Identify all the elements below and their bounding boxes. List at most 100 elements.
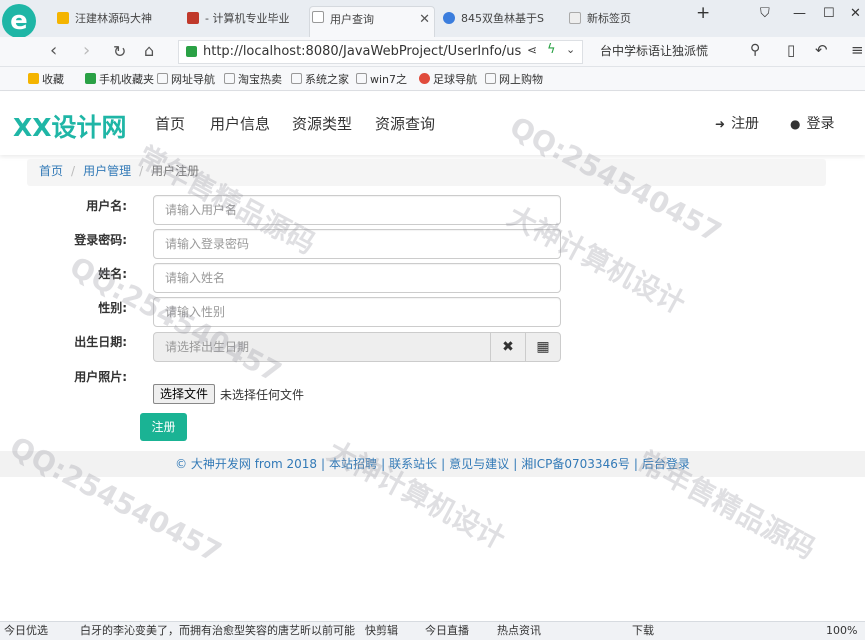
site-footer: © 大神开发网 from 2018 | 本站招聘 | 联系站长 | 意见与建议 | 湘ICP备0…	[0, 451, 865, 477]
footer-link-jobs[interactable]: 本站招聘	[329, 457, 377, 471]
footer-separator: |	[321, 457, 326, 471]
forward-icon[interactable]: ›	[83, 40, 90, 61]
bookmark-system[interactable]: 系统之家	[291, 71, 349, 87]
nav-user-info[interactable]: 用户信息	[210, 113, 270, 134]
bookmark-win7[interactable]: win7之	[356, 71, 407, 87]
star-icon	[57, 12, 69, 24]
birthday-picker: 请选择出生日期 ✖ ▦	[153, 332, 561, 362]
footer-link-admin[interactable]: 后台登录	[642, 457, 690, 471]
browser-tab-active[interactable]: 用户查询 ✕	[309, 6, 435, 37]
name-label: 姓名:	[98, 267, 127, 281]
nav-home[interactable]: 首页	[155, 113, 185, 134]
chevron-down-icon[interactable]: ⌄	[566, 43, 575, 56]
status-today-picks[interactable]: 今日优选	[4, 622, 48, 640]
footer-link-feedback[interactable]: 意见与建议	[449, 457, 509, 471]
username-label: 用户名:	[86, 199, 127, 213]
user-icon: ●	[790, 117, 801, 131]
bookmark-football[interactable]: 足球导航	[419, 71, 477, 87]
status-live[interactable]: 今日直播	[425, 622, 469, 640]
gender-label: 性别:	[98, 301, 127, 315]
footer-copyright: © 大神开发网 from 2018	[175, 457, 317, 471]
browser-tab-5[interactable]: 新标签页	[567, 8, 677, 32]
birthday-input[interactable]: 请选择出生日期	[153, 332, 491, 362]
menu-icon[interactable]: ≡	[851, 41, 864, 59]
shirt-icon[interactable]: ⛉	[760, 6, 770, 21]
password-input[interactable]: 请输入登录密码	[153, 229, 561, 259]
breadcrumb-user-management[interactable]: 用户管理	[83, 164, 131, 178]
calendar-icon[interactable]: ▦	[525, 332, 561, 362]
new-tab-icon[interactable]: +	[696, 3, 710, 23]
refresh-icon[interactable]: ↻	[113, 42, 126, 61]
folder-icon	[157, 73, 168, 84]
footer-link-contact[interactable]: 联系站长	[389, 457, 437, 471]
bookmark-nav[interactable]: 网址导航	[157, 71, 215, 87]
page-icon	[312, 11, 324, 23]
browser-tab-bar: e 汪建林源码大神 - 计算机专业毕业 用户查询 ✕ 845双鱼林基于S 新标签…	[0, 0, 865, 38]
status-download[interactable]: 下载	[632, 622, 654, 640]
birthday-label: 出生日期:	[74, 335, 127, 349]
close-tab-icon[interactable]: ✕	[419, 7, 430, 33]
secure-icon	[186, 46, 197, 57]
status-news-ticker[interactable]: 白牙的李沁变美了，而拥有治愈型笑容的唐艺昕以前可能	[80, 622, 355, 640]
page-icon	[356, 73, 367, 84]
browser-tab-4[interactable]: 845双鱼林基于S	[441, 8, 561, 32]
star-icon	[28, 73, 39, 84]
page-icon	[485, 73, 496, 84]
browser-tab-2[interactable]: - 计算机专业毕业	[185, 8, 300, 32]
watermark: 大神计算机设计	[322, 434, 511, 556]
nav-resource-query[interactable]: 资源查询	[375, 113, 435, 134]
close-window-icon[interactable]: ✕	[850, 6, 861, 21]
sign-in-icon: ➜	[715, 117, 726, 131]
browser-tab-1[interactable]: 汪建林源码大神	[55, 8, 175, 32]
home-icon[interactable]: ⌂	[144, 41, 154, 60]
breadcrumb-separator: /	[139, 164, 144, 178]
clear-date-icon[interactable]: ✖	[490, 332, 526, 362]
file-status: 未选择任何文件	[220, 388, 305, 402]
bookmark-shopping[interactable]: 网上购物	[485, 71, 543, 87]
breadcrumb-separator: /	[71, 164, 76, 178]
register-link[interactable]: ➜ 注册	[715, 113, 759, 133]
bookmark-favorites[interactable]: 收藏	[28, 71, 64, 87]
nav-resource-type[interactable]: 资源类型	[292, 113, 352, 134]
site-favicon-icon	[187, 12, 199, 24]
back-icon[interactable]: ‹	[50, 40, 57, 61]
bookmarks-bar: 收藏 手机收藏夹 网址导航 淘宝热卖 系统之家 win7之 足球导航 网上购物	[0, 67, 865, 91]
site-logo[interactable]: XX设计网	[13, 108, 127, 144]
lightning-icon[interactable]: ϟ	[547, 42, 556, 57]
search-icon[interactable]: ⚲	[750, 42, 760, 58]
address-toolbar: ‹ › ↻ ⌂ http://localhost:8080/JavaWebPro…	[0, 37, 865, 67]
status-hot-news[interactable]: 热点资讯	[497, 622, 541, 640]
name-input[interactable]: 请输入姓名	[153, 263, 561, 293]
zoom-level[interactable]: 100%	[826, 622, 857, 640]
photo-label: 用户照片:	[74, 370, 127, 384]
register-button[interactable]: 注册	[140, 413, 187, 441]
breadcrumb-current: 用户注册	[151, 164, 200, 178]
login-link[interactable]: ● 登录	[790, 113, 834, 133]
breadcrumb: 首页 / 用户管理 / 用户注册	[27, 159, 826, 186]
choose-file-button[interactable]: 选择文件	[153, 384, 216, 404]
maximize-icon[interactable]: ☐	[823, 6, 835, 21]
gender-input[interactable]: 请输入性别	[153, 297, 561, 327]
ball-icon	[419, 73, 430, 84]
footer-link-icp[interactable]: 湘ICP备0703346号	[521, 457, 630, 471]
site-navbar: XX设计网 首页 用户信息 资源类型 资源查询 ➜ 注册 ● 登录	[0, 92, 865, 155]
status-quick-edit[interactable]: 快剪辑	[365, 622, 398, 640]
share-icon[interactable]: ⋖	[527, 43, 537, 57]
page-icon	[291, 73, 302, 84]
username-input[interactable]: 请输入用户名	[153, 195, 561, 225]
grid-icon	[569, 12, 581, 24]
bookmark-taobao[interactable]: 淘宝热卖	[224, 71, 282, 87]
footer-separator: |	[381, 457, 386, 471]
footer-separator: |	[441, 457, 446, 471]
password-label: 登录密码:	[74, 233, 127, 247]
undo-icon[interactable]: ↶	[815, 41, 828, 59]
url-field[interactable]: http://localhost:8080/JavaWebProject/Use…	[178, 40, 583, 64]
tablet-icon[interactable]: ▯	[787, 41, 795, 59]
search-field[interactable]: 台中学标语让独派慌	[592, 40, 772, 64]
bookmark-mobile[interactable]: 手机收藏夹	[85, 71, 154, 87]
breadcrumb-home[interactable]: 首页	[39, 164, 63, 178]
page-icon	[224, 73, 235, 84]
phone-icon	[85, 73, 96, 84]
minimize-icon[interactable]: —	[793, 6, 806, 21]
browser-logo-icon: e	[2, 4, 36, 38]
